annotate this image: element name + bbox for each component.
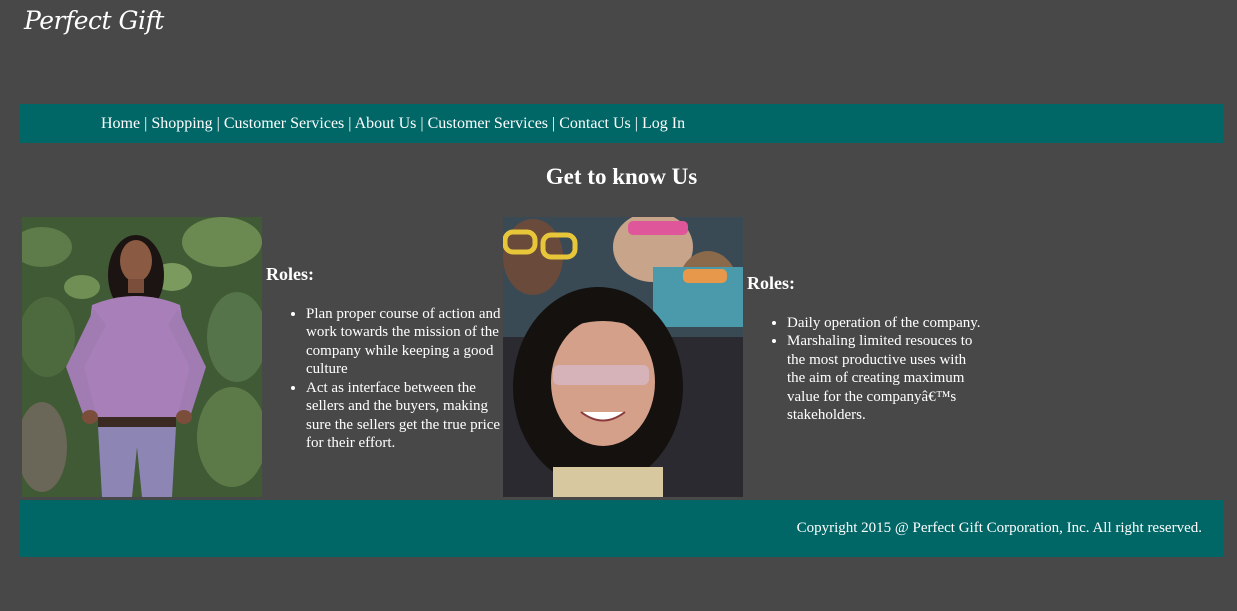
- list-item: Marshaling limited resouces to the most …: [787, 332, 987, 425]
- copyright-text: Copyright 2015 @ Perfect Gift Corporatio…: [796, 520, 1202, 536]
- nav-log-in-link[interactable]: Log In: [642, 115, 685, 132]
- nav-separator: |: [552, 115, 556, 132]
- nav-customer-services-link[interactable]: Customer Services: [224, 115, 344, 132]
- list-item: Plan proper course of action and work to…: [306, 305, 506, 379]
- nav-bar: Home | Shopping | Customer Services | Ab…: [19, 104, 1224, 143]
- page-heading: Get to know Us: [545, 164, 698, 189]
- nav-separator: |: [216, 115, 220, 132]
- roles-title: Roles:: [747, 273, 795, 293]
- roles-block-2: Roles: Daily operation of the company. M…: [747, 274, 987, 425]
- nav-separator: |: [420, 115, 424, 132]
- team-member-photo-1: [22, 217, 262, 497]
- footer: Copyright 2015 @ Perfect Gift Corporatio…: [19, 500, 1224, 557]
- team-member-photo-2: [503, 217, 743, 497]
- nav-separator: |: [634, 115, 638, 132]
- nav-separator: |: [348, 115, 352, 132]
- nav-home-link[interactable]: Home: [101, 115, 140, 132]
- nav-shopping-link[interactable]: Shopping: [151, 115, 212, 132]
- roles-list: Plan proper course of action and work to…: [266, 305, 506, 453]
- nav-contact-us-link[interactable]: Contact Us: [559, 115, 631, 132]
- nav-links: Home | Shopping | Customer Services | Ab…: [101, 115, 685, 133]
- nav-separator: |: [144, 115, 148, 132]
- list-item: Act as interface between the sellers and…: [306, 379, 506, 453]
- nav-customer-services-link-2[interactable]: Customer Services: [428, 115, 548, 132]
- roles-list: Daily operation of the company. Marshali…: [747, 314, 987, 425]
- roles-title: Roles:: [266, 264, 314, 284]
- nav-about-us-link[interactable]: About Us: [355, 115, 417, 132]
- list-item: Daily operation of the company.: [787, 314, 987, 333]
- site-logo[interactable]: Perfect Gift: [24, 6, 164, 35]
- roles-block-1: Roles: Plan proper course of action and …: [266, 265, 506, 453]
